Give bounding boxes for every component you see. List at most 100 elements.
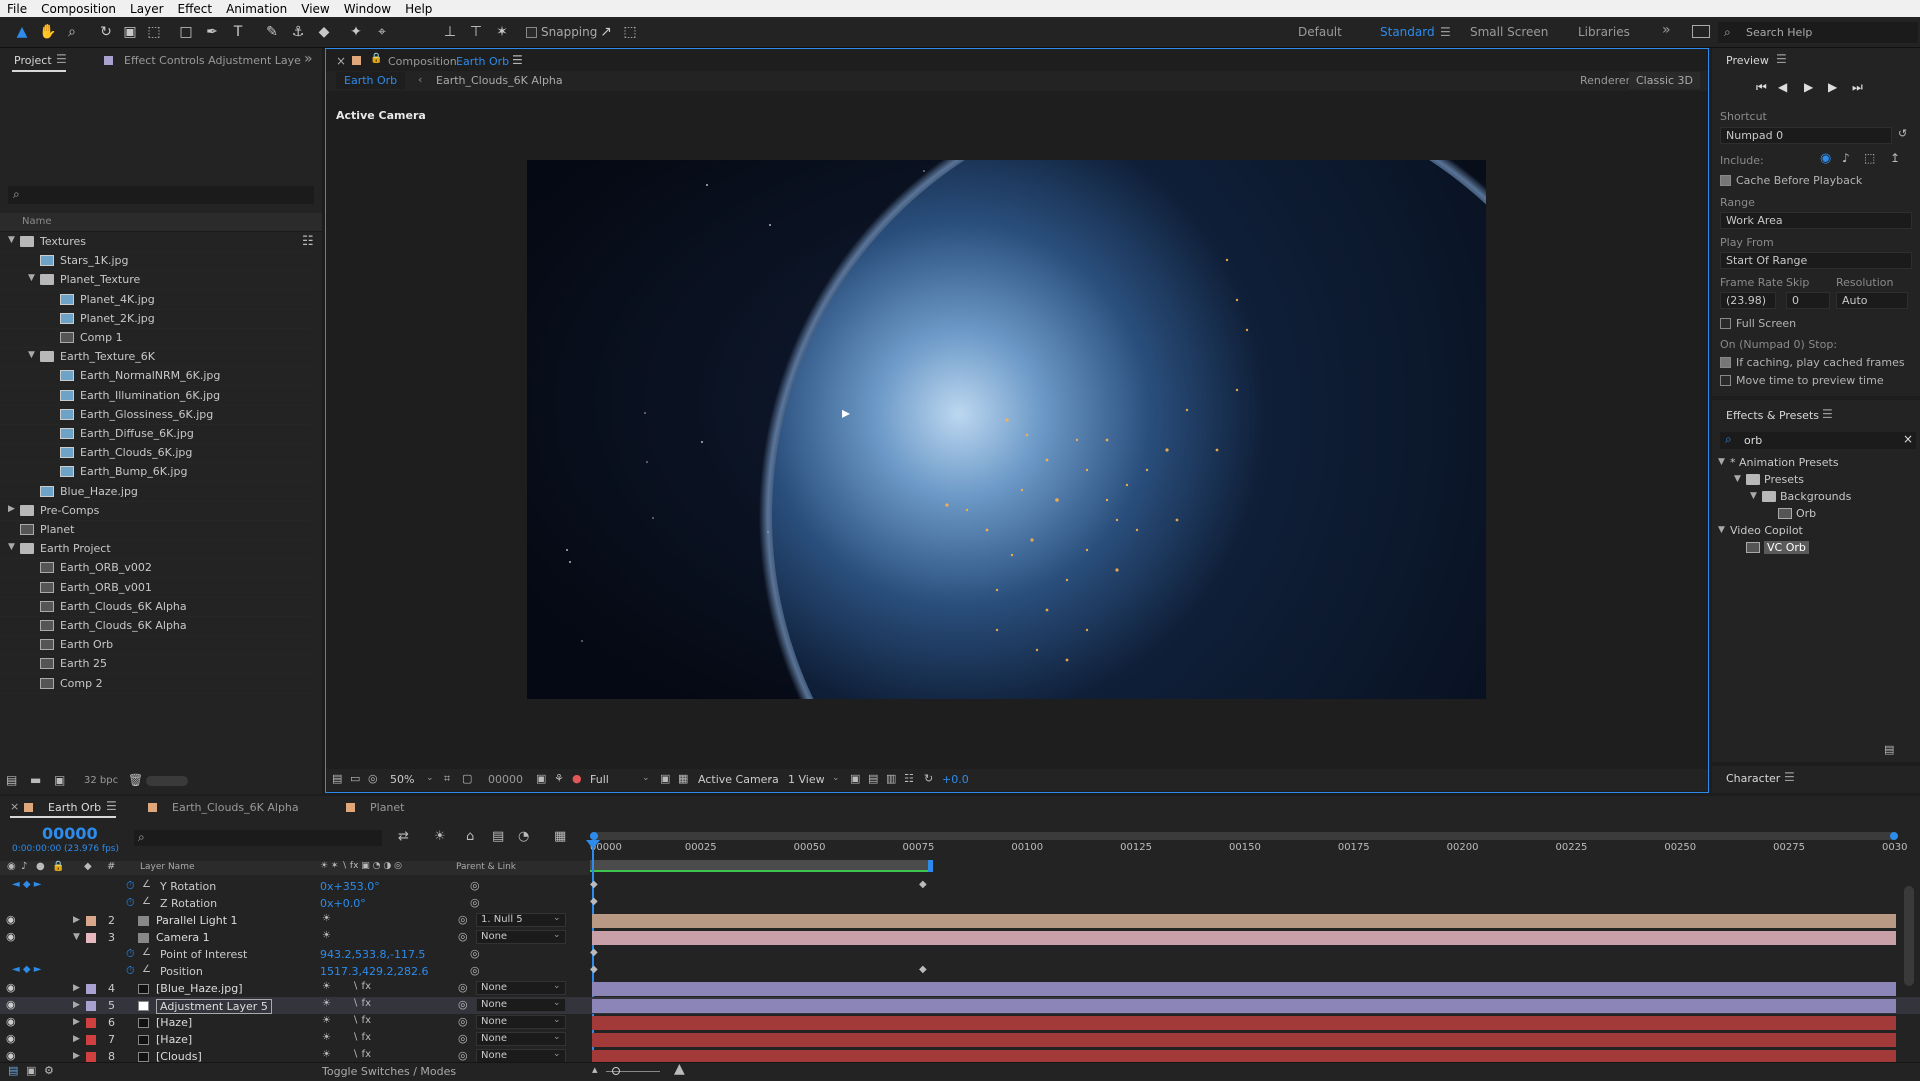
rectangle-tool-icon[interactable]: □ (176, 22, 196, 42)
stopwatch-icon[interactable]: ⏱ (126, 896, 135, 910)
parent-dropdown[interactable]: None ⌄ (476, 981, 566, 995)
panel-menu-icon[interactable]: ☰ (1822, 407, 1833, 421)
effects-search-input[interactable]: ⌕ orb × (1720, 432, 1916, 449)
visibility-eye-icon[interactable]: ◉ (6, 998, 16, 1011)
close-tab-icon[interactable]: × (336, 54, 346, 68)
menu-item-animation[interactable]: Animation (219, 2, 294, 16)
new-folder-icon[interactable]: ▬ (30, 773, 41, 787)
color-channels-icon[interactable]: ● (572, 772, 582, 785)
always-preview-icon[interactable]: ▤ (332, 772, 342, 785)
layer-name[interactable]: Camera 1 (156, 931, 210, 944)
layer-duration-bar[interactable] (592, 1033, 1896, 1047)
project-item[interactable]: Stars_1K.jpg (0, 251, 310, 272)
layer-name-header[interactable]: Layer Name (140, 862, 195, 872)
layer-label-color[interactable] (86, 933, 96, 943)
puppet-tool-icon[interactable]: ⌖ (372, 22, 392, 42)
layer-label-color[interactable] (86, 916, 96, 926)
layer-row[interactable]: ◉ ▶ 6 [Haze] ☀ ∖ fx ◎ None ⌄ (0, 1014, 1920, 1031)
layer-duration-bar[interactable] (592, 999, 1896, 1013)
shortcut-dropdown[interactable]: Numpad 0 (1720, 127, 1892, 144)
layer-duration-bar[interactable] (592, 914, 1896, 928)
project-item[interactable]: ▼ Planet_Texture (0, 270, 310, 291)
visibility-eye-icon[interactable]: ◉ (6, 913, 16, 926)
next-frame-icon[interactable]: ▶ (1828, 80, 1837, 94)
collapsed-triangle-icon[interactable]: ▶ (73, 1034, 80, 1044)
tab-effect-controls[interactable]: Effect Controls Adjustment Laye (124, 54, 301, 67)
expanded-triangle-icon[interactable]: ▼ (1734, 474, 1741, 484)
zoom-out-icon[interactable]: ▴ (592, 1063, 598, 1076)
layer-label-color[interactable] (86, 1052, 96, 1062)
trash-icon[interactable]: 🗑 (128, 773, 143, 787)
character-title[interactable]: Character (1726, 772, 1780, 785)
collapsed-triangle-icon[interactable]: ▶ (73, 1017, 80, 1027)
parent-link-header[interactable]: Parent & Link (456, 862, 516, 872)
layer-row[interactable]: ◉ ▶ 2 Parallel Light 1 ☀ ◎ 1. Null 5 ⌄ (0, 912, 1920, 929)
expanded-triangle-icon[interactable]: ▼ (1718, 525, 1725, 535)
hand-tool-icon[interactable]: ✋ (38, 22, 58, 42)
menu-item-layer[interactable]: Layer (123, 2, 170, 16)
keyframe-icon[interactable]: ◆ (590, 879, 598, 890)
shy-switch-icon[interactable]: ☀ (322, 1032, 331, 1043)
camera-tool-icon[interactable]: ▣ (120, 22, 140, 42)
cache-before-playback-checkbox[interactable] (1720, 175, 1731, 186)
layer-name[interactable]: [Haze] (156, 1016, 192, 1029)
workspace-libraries[interactable]: Libraries (1578, 25, 1630, 39)
pickwhip-icon[interactable]: ◎ (470, 964, 480, 977)
project-item[interactable]: Earth_Bump_6K.jpg (0, 462, 310, 483)
expand-modes-icon[interactable]: ▣ (26, 1064, 36, 1077)
keyframe-icon[interactable]: ◆ (590, 964, 598, 975)
stopwatch-icon[interactable]: ⏱ (126, 964, 135, 978)
expanded-triangle-icon[interactable]: ▼ (1718, 457, 1725, 467)
include-overlays-icon[interactable]: ⬚ (1864, 151, 1875, 165)
expanded-triangle-icon[interactable]: ▼ (28, 273, 35, 283)
frame-blending-icon[interactable]: ▤ (492, 829, 504, 844)
more-panels-icon[interactable]: » (304, 51, 313, 67)
include-external-icon[interactable]: ↥ (1890, 151, 1900, 165)
timeline-icon[interactable]: ▥ (886, 772, 896, 785)
layer-name[interactable]: Parallel Light 1 (156, 914, 238, 927)
panel-menu-icon[interactable]: ☰ (512, 53, 523, 67)
property-row[interactable]: ◄ ◆ ► ⏱ ∠ Position 1517.3,429.2,282.6 ◎ ◆ ◆ (0, 963, 1920, 980)
shy-switch-icon[interactable]: ☀ (322, 1049, 331, 1060)
workspace-standard[interactable]: Standard (1380, 25, 1435, 39)
project-item[interactable]: ▶ Pre-Comps (0, 501, 310, 521)
pickwhip-icon[interactable]: ◎ (458, 1015, 468, 1028)
project-item[interactable]: Comp 1 (0, 328, 310, 348)
bit-depth-button[interactable]: 32 bpc (84, 775, 118, 786)
project-item[interactable]: Earth 25 (0, 654, 310, 675)
keyframe-navigator-icon[interactable]: ◄ ◆ ► (12, 879, 41, 890)
project-item[interactable]: Comp 2 (0, 674, 310, 694)
panel-menu-icon[interactable]: ☰ (1784, 770, 1795, 784)
pickwhip-icon[interactable]: ◎ (458, 913, 468, 926)
project-item[interactable]: Planet (0, 520, 310, 540)
fx-switch-icon[interactable]: ∖ fx (352, 1032, 371, 1043)
project-item[interactable]: ▼ Earth_Texture_6K (0, 347, 310, 368)
property-row[interactable]: ◄ ◆ ► ⏱ ∠ Y Rotation 0x+353.0° ◎ ◆ ◆ (0, 878, 1920, 895)
exposure-value[interactable]: +0.0 (942, 773, 969, 786)
snapshot-camera-icon[interactable]: ▣ (536, 772, 546, 785)
show-snapshot-icon[interactable]: ⚘ (554, 772, 564, 785)
layer-row[interactable]: ◉ ▶ 5 Adjustment Layer 5 ☀ ∖ fx ◎ None ⌄ (0, 997, 1920, 1014)
snap-features-icon[interactable]: ⬚ (620, 22, 640, 42)
shy-switch-icon[interactable]: ☀ (322, 981, 331, 992)
include-video-icon[interactable]: ◉ (1820, 151, 1831, 166)
zoom-in-icon[interactable]: ▲ (674, 1061, 685, 1077)
region-of-interest-icon[interactable]: ▢ (462, 772, 472, 785)
eraser-tool-icon[interactable]: ◆ (314, 22, 334, 42)
project-item[interactable]: ▼ Textures (0, 232, 310, 252)
layer-row[interactable]: ◉ ▼ 3 Camera 1 ☀ ◎ None ⌄ (0, 929, 1920, 946)
zoom-tool-icon[interactable]: ⌕ (62, 22, 82, 42)
type-tool-icon[interactable]: T (228, 22, 248, 42)
project-item[interactable]: Earth_NormalNRM_6K.jpg (0, 366, 310, 387)
breadcrumb-earth-orb[interactable]: Earth Orb (336, 72, 406, 89)
project-item[interactable]: Blue_Haze.jpg (0, 482, 310, 502)
pickwhip-icon[interactable]: ◎ (458, 981, 468, 994)
collapsed-triangle-icon[interactable]: ▶ (73, 1000, 80, 1010)
zoom-slider-thumb[interactable] (612, 1067, 620, 1075)
move-time-checkbox[interactable] (1720, 375, 1731, 386)
motion-blur-icon[interactable]: ◔ (518, 829, 529, 844)
resolution-dropdown[interactable]: Full (590, 773, 609, 786)
local-axis-icon[interactable]: ⊥ (440, 22, 460, 42)
project-item[interactable]: Earth_Diffuse_6K.jpg (0, 424, 310, 444)
menu-item-help[interactable]: Help (398, 2, 439, 16)
